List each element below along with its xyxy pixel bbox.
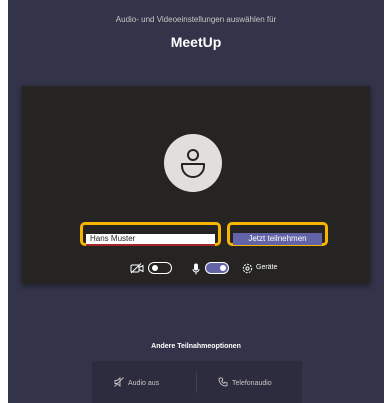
audio-off-option[interactable]: Audio aus (114, 377, 159, 387)
microphone-toggle-knob (220, 265, 226, 271)
options-divider (196, 371, 197, 393)
camera-toggle[interactable] (148, 262, 172, 274)
phone-audio-option[interactable]: Telefonaudio (218, 377, 272, 387)
name-field-highlight (80, 222, 221, 246)
person-icon (181, 149, 205, 178)
gear-icon[interactable] (242, 263, 253, 274)
device-controls: Geräte (22, 261, 370, 277)
camera-off-icon (130, 263, 144, 274)
other-options-bar: Audio aus Telefonaudio (92, 361, 302, 403)
devices-button[interactable]: Geräte (256, 264, 277, 271)
header-subtitle: Audio- und Videoeinstellungen auswählen … (115, 15, 277, 24)
microphone-icon (192, 263, 200, 275)
video-preview: Jetzt teilnehmen Gerä (22, 86, 370, 284)
phone-audio-label: Telefonaudio (232, 380, 272, 387)
phone-icon (218, 377, 228, 387)
camera-toggle-knob (152, 265, 158, 271)
microphone-toggle[interactable] (205, 262, 229, 274)
name-input[interactable] (86, 233, 215, 246)
audio-off-label: Audio aus (128, 380, 160, 387)
avatar (164, 134, 222, 192)
join-button-highlight: Jetzt teilnehmen (227, 222, 328, 246)
join-now-button[interactable]: Jetzt teilnehmen (233, 232, 322, 245)
prejoin-screen: Audio- und Videoeinstellungen auswählen … (8, 0, 384, 403)
speaker-off-icon (114, 377, 124, 387)
meeting-title: MeetUp (170, 34, 222, 50)
other-options-heading: Andere Teilnahmeoptionen (151, 343, 241, 350)
